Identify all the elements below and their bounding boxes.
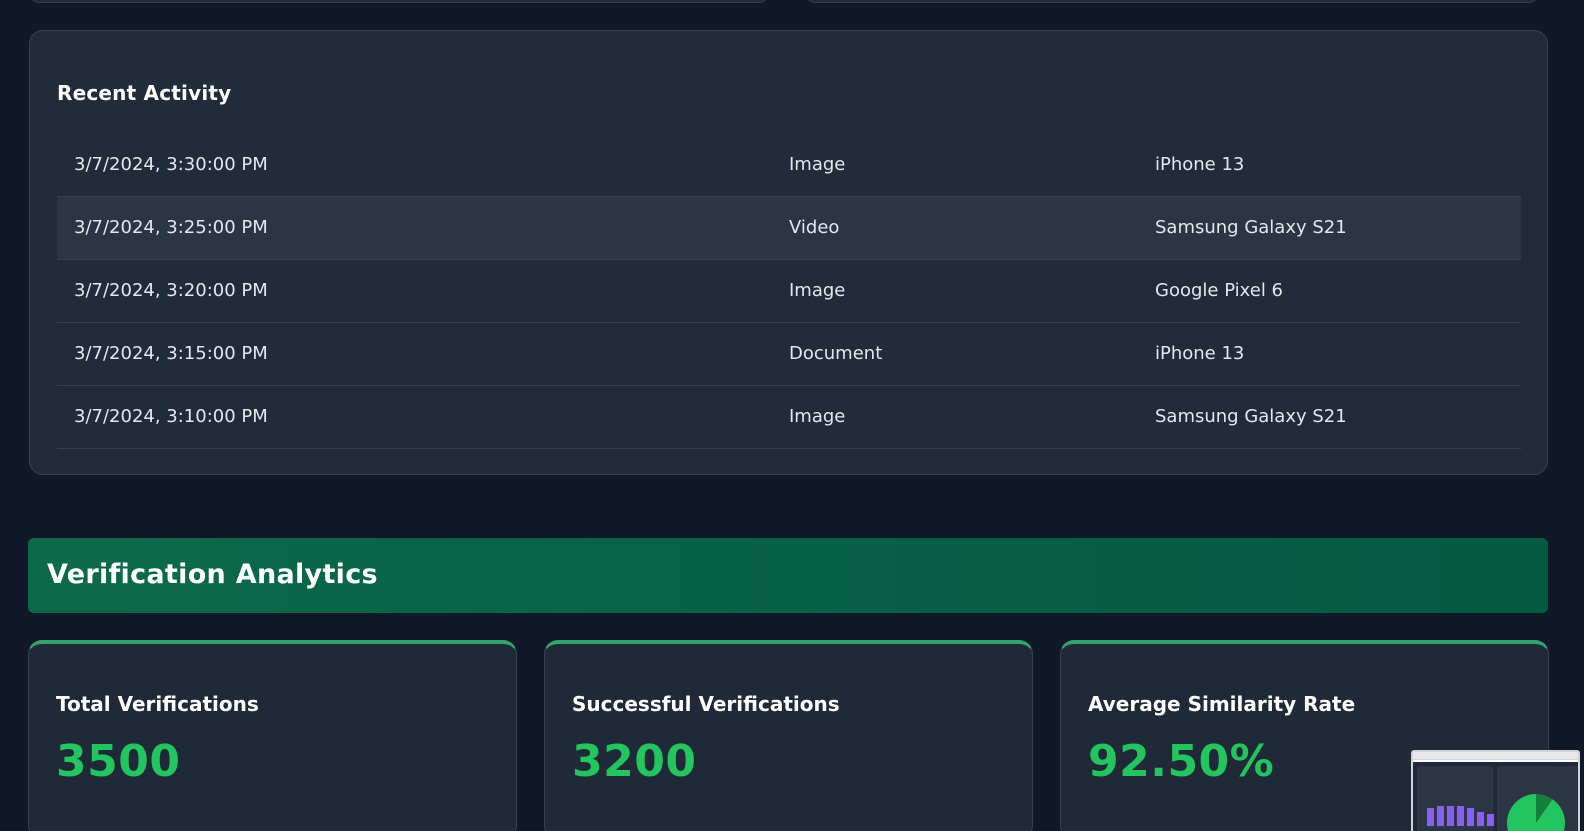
verification-analytics-title: Verification Analytics [47,559,378,590]
activity-device: Samsung Galaxy S21 [1155,217,1347,238]
activity-row[interactable]: 3/7/2024, 3:30:00 PM Image iPhone 13 [57,133,1521,196]
top-card-left [28,0,770,3]
activity-type: Video [789,217,840,238]
activity-type: Image [789,280,846,301]
activity-time: 3/7/2024, 3:10:00 PM [74,406,268,427]
activity-device: Samsung Galaxy S21 [1155,406,1347,427]
stat-label: Successful Verifications [572,692,840,716]
screenshot-preview-thumbnail[interactable] [1411,750,1580,831]
activity-time: 3/7/2024, 3:25:00 PM [74,217,268,238]
activity-time: 3/7/2024, 3:15:00 PM [74,343,268,364]
thumbnail-bars [1427,806,1494,826]
thumbnail-browser-bar [1413,752,1578,760]
recent-activity-title: Recent Activity [57,81,232,105]
activity-row[interactable]: 3/7/2024, 3:15:00 PM Document iPhone 13 [57,322,1521,385]
stat-value: 3500 [56,736,181,787]
top-card-right [804,0,1540,3]
activity-type: Image [789,153,846,175]
activity-type: Image [789,406,846,427]
activity-row[interactable]: 3/7/2024, 3:25:00 PM Video Samsung Galax… [57,196,1521,259]
recent-activity-card: Recent Activity 3/7/2024, 3:30:00 PM Ima… [29,30,1548,475]
recent-activity-table: 3/7/2024, 3:30:00 PM Image iPhone 13 3/7… [57,133,1521,449]
activity-row[interactable]: 3/7/2024, 3:20:00 PM Image Google Pixel … [57,259,1521,322]
activity-row[interactable]: 3/7/2024, 3:10:00 PM Image Samsung Galax… [57,385,1521,448]
stat-card-total-verifications: Total Verifications 3500 [28,640,517,831]
activity-time: 3/7/2024, 3:20:00 PM [74,280,268,301]
verification-analytics-header: Verification Analytics [28,538,1548,613]
thumbnail-bar-chart-panel [1417,766,1494,831]
activity-type: Document [789,343,883,364]
stat-value: 92.50% [1088,736,1275,787]
activity-time: 3/7/2024, 3:30:00 PM [74,153,268,175]
stat-label: Average Similarity Rate [1088,692,1356,716]
stat-value: 3200 [572,736,697,787]
stat-label: Total Verifications [56,692,259,716]
activity-device: Google Pixel 6 [1155,280,1284,301]
thumbnail-body [1413,762,1578,831]
dashboard-page: Recent Activity 3/7/2024, 3:30:00 PM Ima… [0,0,1584,831]
activity-device: iPhone 13 [1155,343,1245,364]
activity-device: iPhone 13 [1155,153,1245,175]
stat-card-successful-verifications: Successful Verifications 3200 [544,640,1033,831]
